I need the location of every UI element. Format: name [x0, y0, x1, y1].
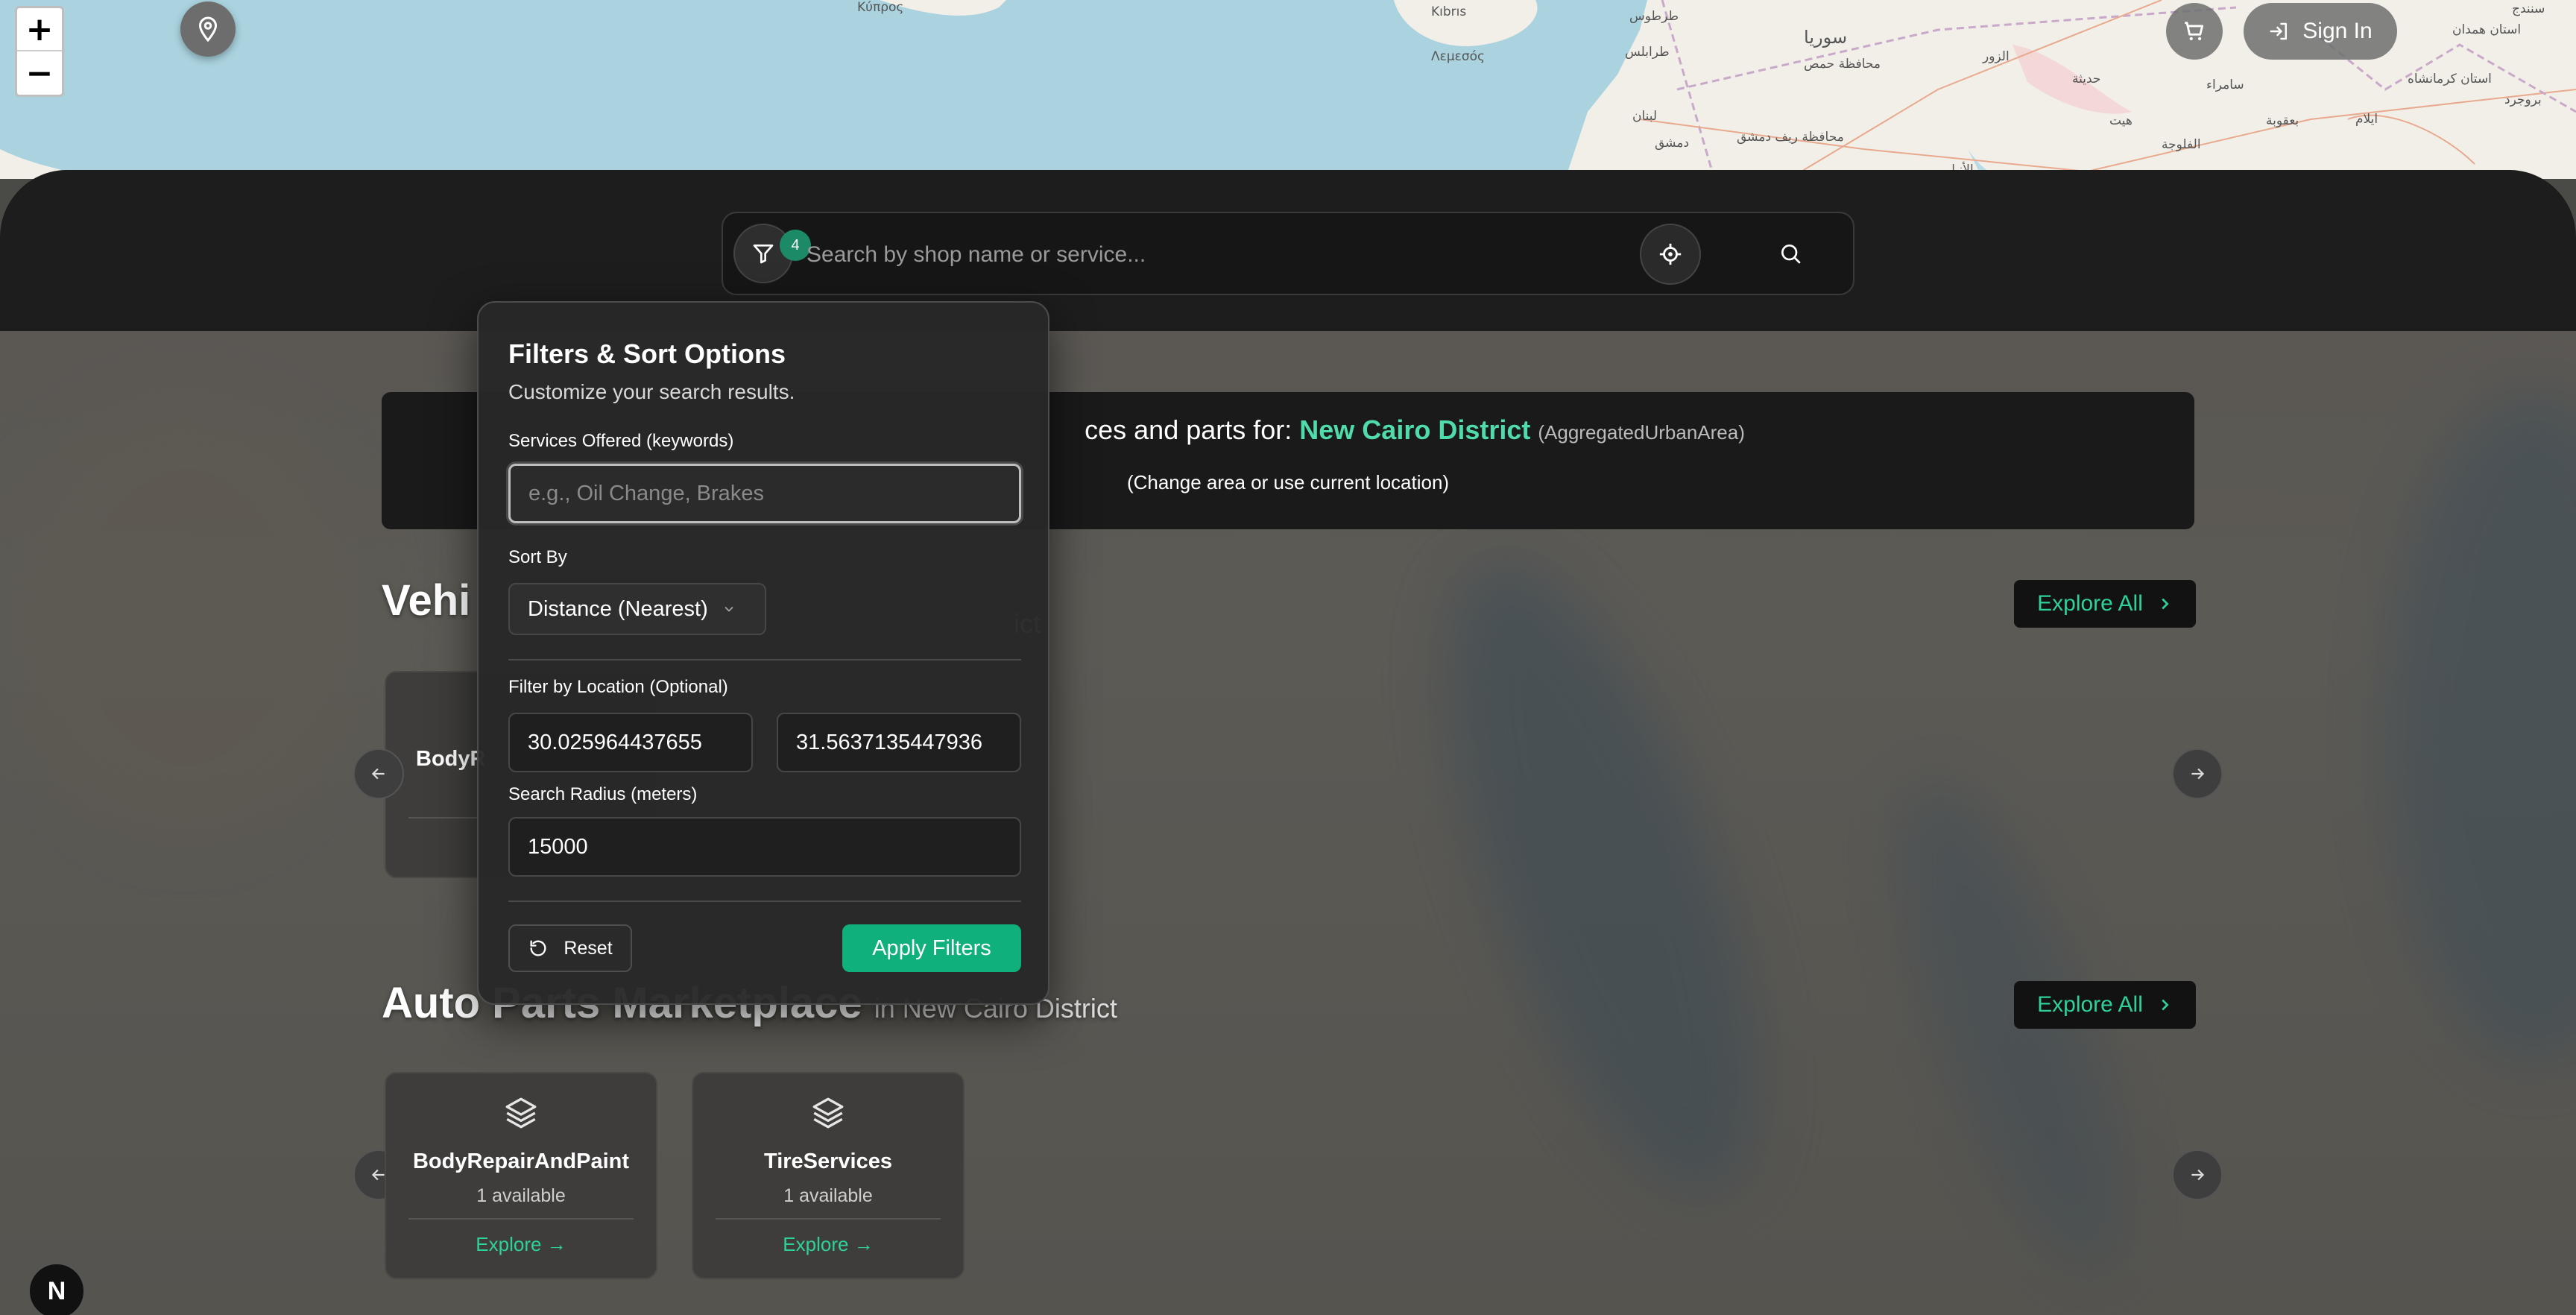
area-prefix: ces and parts for:: [1085, 414, 1292, 445]
apply-filters-button[interactable]: Apply Filters: [842, 924, 1021, 972]
cart-icon: [2185, 22, 2204, 41]
longitude-input[interactable]: [777, 713, 1021, 772]
search-bar: 4: [722, 212, 1854, 295]
filter-panel-title: Filters & Sort Options: [508, 338, 786, 369]
vehicle-section-title: Vehi: [382, 575, 470, 625]
chevron-down-icon: [724, 606, 733, 612]
sign-in-icon: [2270, 22, 2288, 40]
filter-panel: Filters & Sort Options Customize your se…: [477, 301, 1049, 1005]
explore-label: Explore: [476, 1233, 542, 1255]
map-label: لبنان: [1632, 109, 1658, 124]
map-pin-button[interactable]: [180, 1, 236, 57]
filter-button[interactable]: 4: [733, 224, 811, 283]
layers-icon: [386, 1094, 656, 1132]
parts-scroll-right-button[interactable]: [2172, 1150, 2223, 1200]
reset-button[interactable]: Reset: [508, 924, 632, 972]
map-label: طرابلس: [1625, 45, 1670, 60]
parts-explore-all-button[interactable]: Explore All: [2014, 981, 2196, 1029]
map-label: سنندج: [2512, 1, 2545, 16]
services-input[interactable]: [508, 464, 1021, 523]
arrow-right-icon: [2191, 1169, 2205, 1181]
zoom-out-button[interactable]: −: [17, 51, 62, 95]
map-label: بعقوبة: [2266, 113, 2299, 128]
vehicle-scroll-left-button[interactable]: [353, 748, 404, 799]
filter-panel-subtitle: Customize your search results.: [508, 380, 795, 403]
card-divider: [408, 1218, 634, 1220]
arrow-right-icon: →: [546, 1233, 566, 1255]
vehicle-scroll-right-button[interactable]: [2172, 748, 2223, 799]
card-name: TireServices: [764, 1150, 892, 1173]
explore-label: Explore: [783, 1233, 849, 1255]
crosshair-icon: [1659, 243, 1682, 265]
search-bar-area: 4: [0, 170, 2576, 331]
zoom-control: + −: [15, 6, 64, 97]
map-label: Kıbrıs: [1431, 4, 1467, 19]
card-availability: 1 available: [783, 1185, 873, 1206]
background-blur: [2385, 394, 2576, 1065]
map-label: دمشق: [1655, 136, 1690, 151]
background-blur: [0, 394, 373, 841]
map-label: الفلوجة: [2162, 137, 2201, 152]
map-label: بروجرد: [2504, 92, 2542, 107]
explore-all-label: Explore All: [2037, 591, 2143, 616]
map-label: استان کرمانشاه: [2408, 72, 2492, 86]
parts-category-card[interactable]: TireServices 1 available Explore →: [692, 1072, 965, 1279]
search-input[interactable]: [806, 234, 1552, 276]
map-label: سوريا: [1804, 27, 1848, 48]
sort-value: Distance (Nearest): [528, 596, 708, 621]
search-submit-button[interactable]: [1767, 230, 1814, 277]
area-name: New Cairo District: [1299, 414, 1531, 445]
card-availability: 1 available: [476, 1185, 566, 1206]
vehicle-title-text: Vehi: [382, 576, 471, 625]
arrow-right-icon: →: [853, 1233, 874, 1255]
reset-label: Reset: [564, 937, 613, 959]
latitude-input[interactable]: [508, 713, 753, 772]
chevron-right-icon: [2162, 598, 2169, 610]
filter-icon: [753, 245, 774, 264]
map-label: طرطوس: [1629, 9, 1679, 24]
card-name: BodyR: [416, 747, 486, 771]
divider: [508, 659, 1021, 660]
arrow-left-icon: [371, 768, 385, 780]
zoom-in-button[interactable]: +: [17, 8, 62, 51]
card-divider: [716, 1218, 941, 1220]
radius-label: Search Radius (meters): [508, 784, 698, 804]
chevron-right-icon: [2162, 999, 2169, 1011]
search-icon: [1781, 245, 1801, 264]
map-pin-icon: [198, 16, 218, 42]
map-label: الزور: [1983, 49, 2010, 64]
sort-select[interactable]: Distance (Nearest): [508, 583, 766, 635]
map-label: سامراء: [2206, 78, 2244, 92]
map-label: ایلام: [2355, 112, 2378, 127]
explore-all-label: Explore All: [2037, 992, 2143, 1017]
map-label: محافظة ريف دمشق: [1737, 130, 1844, 145]
map-label: هيت: [2109, 113, 2133, 128]
map-label: استان همدان: [2452, 22, 2522, 37]
map-label: محافظة حمص: [1804, 57, 1881, 72]
card-name: BodyRepairAndPaint: [412, 1150, 630, 1173]
sort-label: Sort By: [508, 547, 567, 567]
card-explore-link[interactable]: Explore →: [693, 1233, 963, 1256]
reset-icon: [530, 940, 546, 956]
radius-input[interactable]: [508, 817, 1021, 877]
cart-button[interactable]: [2166, 3, 2223, 60]
next-dev-indicator[interactable]: N: [28, 1263, 85, 1315]
sign-in-label: Sign In: [2302, 19, 2373, 43]
vehicle-explore-all-button[interactable]: Explore All: [2014, 580, 2196, 628]
layers-icon: [693, 1094, 963, 1132]
background-blur: [1383, 524, 1822, 1232]
divider: [508, 901, 1021, 902]
map-label: Κύπρος: [857, 0, 904, 15]
sign-in-button[interactable]: Sign In: [2244, 3, 2397, 60]
current-location-button[interactable]: [1640, 224, 1701, 285]
arrow-right-icon: [2191, 768, 2205, 780]
services-label: Services Offered (keywords): [508, 431, 734, 451]
area-type: (AggregatedUrbanArea): [1538, 421, 1745, 444]
map-label: Λεμεσός: [1431, 49, 1485, 64]
card-explore-link[interactable]: Explore →: [386, 1233, 656, 1256]
location-label: Filter by Location (Optional): [508, 677, 728, 697]
parts-category-card[interactable]: BodyRepairAndPaint 1 available Explore →: [385, 1072, 657, 1279]
map-label: حديثة: [2072, 72, 2101, 86]
